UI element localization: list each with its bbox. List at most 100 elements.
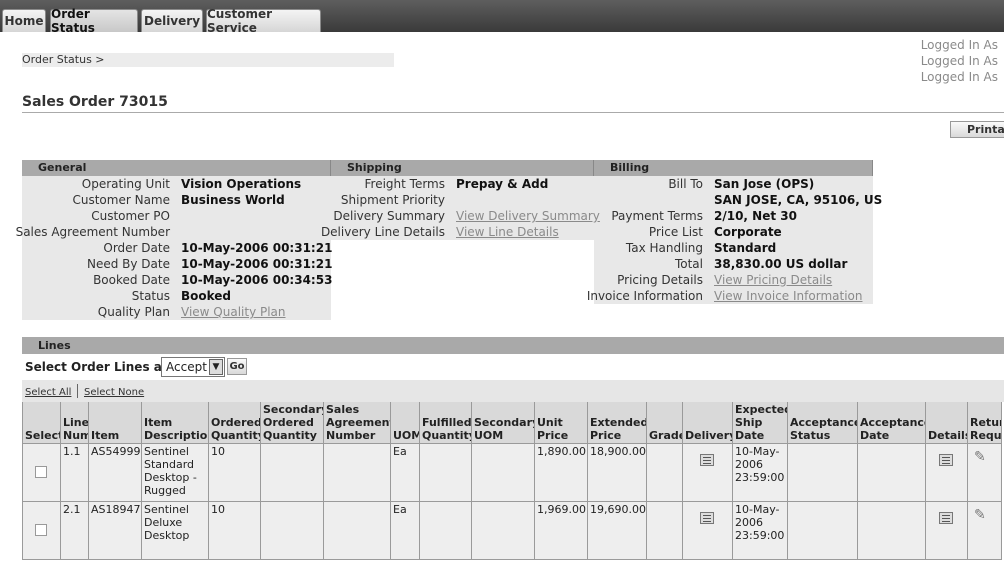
select-none-link[interactable]: Select None (84, 387, 144, 398)
table-cell-qty: 10 (209, 502, 261, 560)
table-cell-return: ✎ (968, 444, 1002, 502)
column-header-line: Line Num (61, 402, 89, 444)
table-cell-select (22, 502, 61, 560)
general-section-header: General (22, 160, 331, 176)
breadcrumb[interactable]: Order Status > (22, 53, 105, 66)
table-cell-desc: Sentinel Deluxe Desktop (142, 502, 209, 560)
column-header-return: Return Reque (968, 402, 1002, 444)
price-list-value: Corporate (714, 225, 782, 239)
field-label: Payment Terms (611, 209, 703, 223)
title-divider (22, 112, 1004, 113)
table-cell-ship-date: 10-May-2006 23:59:00 (733, 502, 788, 560)
field-label: Customer PO (91, 209, 170, 223)
cell-value: 10 (211, 503, 225, 516)
tab-delivery[interactable]: Delivery (141, 9, 203, 32)
field-label: Customer Name (72, 193, 170, 207)
table-cell-sales-ag (324, 502, 391, 560)
table-cell-uom: Ea (391, 444, 420, 502)
view-delivery-summary-link[interactable]: View Delivery Summary (456, 208, 600, 224)
field-label: Sales Agreement Number (15, 225, 170, 239)
order-date-value: 10-May-2006 00:31:21 (181, 241, 333, 255)
cell-value: 18,900.00 (590, 445, 646, 458)
column-header-fulfilled: Fulfilled Quantity (420, 402, 472, 444)
cell-value: Sentinel Deluxe Desktop (144, 503, 190, 542)
table-cell-fulfilled (420, 444, 472, 502)
edit-pencil-icon[interactable]: ✎ (974, 450, 986, 464)
logged-in-text: Logged In As (920, 38, 998, 52)
row-select-checkbox[interactable] (35, 466, 47, 478)
table-cell-unit-price: 1,969.00 (535, 502, 588, 560)
tab-home[interactable]: Home (2, 9, 46, 32)
table-cell-sales-ag (324, 444, 391, 502)
view-pricing-details-link[interactable]: View Pricing Details (714, 272, 832, 288)
table-cell-delivery (683, 502, 733, 560)
column-header-ext-price: Extended Price (588, 402, 647, 444)
table-cell-qty: 10 (209, 444, 261, 502)
logged-in-text: Logged In As (920, 70, 998, 84)
field-label: Delivery Line Details (320, 225, 445, 239)
cell-value: 1,890.00 (537, 445, 586, 458)
lines-section-header: Lines (22, 337, 1004, 354)
payment-terms-value: 2/10, Net 30 (714, 209, 797, 223)
table-cell-line: 2.1 (61, 502, 89, 560)
table-cell-acc-date (858, 444, 926, 502)
table-cell-details (926, 502, 968, 560)
cell-value: 1,969.00 (537, 503, 586, 516)
table-cell-item: AS18947 (89, 502, 142, 560)
column-header-sec-uom: Secondary UOM (472, 402, 535, 444)
select-links-band (22, 380, 1004, 402)
printable-page-button[interactable]: Printal (950, 121, 1004, 138)
cell-value: 19,690.00 (590, 503, 646, 516)
operating-unit-value: Vision Operations (181, 177, 302, 191)
line-details-icon[interactable] (939, 512, 953, 524)
field-label: Price List (648, 225, 703, 239)
view-line-details-link[interactable]: View Line Details (456, 224, 559, 240)
tab-order-status[interactable]: Order Status (50, 7, 138, 35)
edit-pencil-icon[interactable]: ✎ (974, 508, 986, 522)
cell-value: AS54999 (91, 445, 141, 458)
view-invoice-information-link[interactable]: View Invoice Information (714, 288, 862, 304)
table-cell-details (926, 444, 968, 502)
table-cell-unit-price: 1,890.00 (535, 444, 588, 502)
column-header-grade: Grade (647, 402, 683, 444)
column-header-acc-date: Acceptance Date (858, 402, 926, 444)
cell-value: Ea (393, 445, 407, 458)
cell-value: Ea (393, 503, 407, 516)
delivery-details-icon[interactable] (700, 512, 714, 524)
billing-section-header: Billing (594, 160, 873, 176)
column-header-ship-date: Expected Ship Date (733, 402, 788, 444)
field-label: Quality Plan (97, 305, 170, 319)
column-header-acc-status: Acceptance Status (788, 402, 858, 444)
table-cell-ext-price: 18,900.00 (588, 444, 647, 502)
view-quality-plan-link[interactable]: View Quality Plan (181, 304, 286, 320)
delivery-details-icon[interactable] (700, 454, 714, 466)
column-header-item: Item (89, 402, 142, 444)
tab-customer-service[interactable]: Customer Service (206, 7, 321, 35)
select-all-link[interactable]: Select All (25, 387, 71, 398)
table-cell-fulfilled (420, 502, 472, 560)
field-label: Pricing Details (617, 273, 703, 287)
table-cell-uom: Ea (391, 502, 420, 560)
column-header-delivery: Delivery (683, 402, 733, 444)
row-select-checkbox[interactable] (35, 524, 47, 536)
chevron-down-icon: ▼ (209, 359, 223, 375)
logged-in-text: Logged In As (920, 54, 998, 68)
field-label: Order Date (103, 241, 170, 255)
column-header-unit-price: Unit Price (535, 402, 588, 444)
line-details-icon[interactable] (939, 454, 953, 466)
status-value: Booked (181, 289, 232, 303)
go-button[interactable]: Go (227, 358, 247, 375)
table-cell-sec-uom (472, 502, 535, 560)
bill-to-value: San Jose (OPS) (714, 177, 815, 191)
line-action-select[interactable]: Accept ▼ (161, 357, 225, 377)
field-label: Booked Date (93, 273, 170, 287)
cell-value: Sentinel Standard Desktop - Rugged (144, 445, 197, 497)
field-label: Delivery Summary (333, 209, 445, 223)
column-header-sec-qty: Secondary Ordered Quantity (261, 402, 324, 444)
field-label: Shipment Priority (340, 193, 445, 207)
column-header-select: Select (22, 402, 61, 444)
cell-value: 2.1 (63, 503, 81, 516)
field-label: Invoice Information (586, 289, 703, 303)
booked-date-value: 10-May-2006 00:34:53 (181, 273, 333, 287)
bill-to-address-value: SAN JOSE, CA, 95106, US (714, 193, 883, 207)
